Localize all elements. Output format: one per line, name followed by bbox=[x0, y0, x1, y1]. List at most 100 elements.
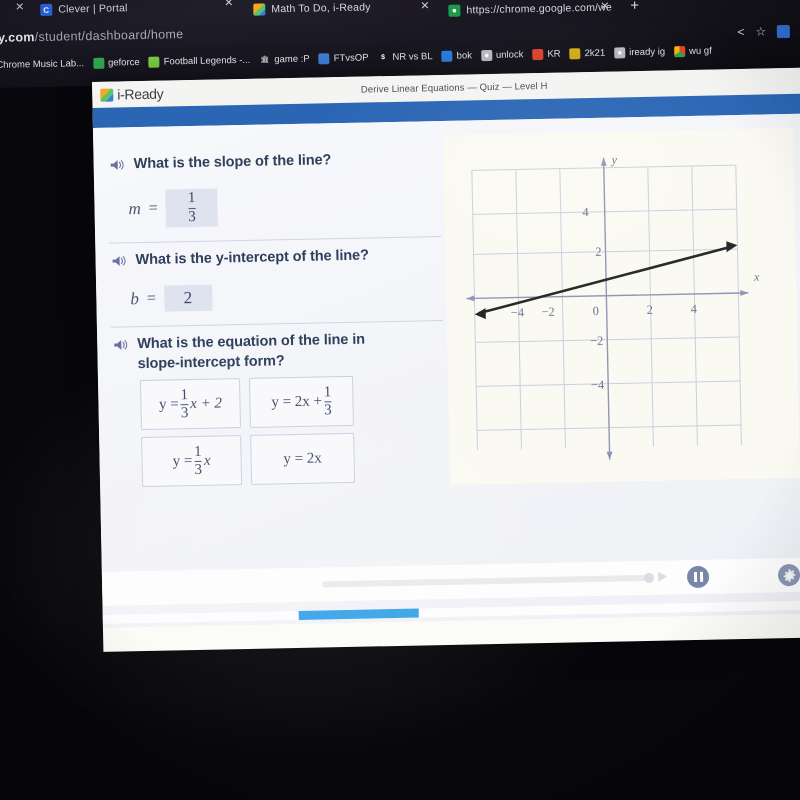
tab-close-icon-0[interactable]: ✕ bbox=[15, 1, 24, 13]
chrome-icon bbox=[673, 45, 686, 57]
youtube-icon bbox=[532, 48, 544, 60]
graph-panel: x y −4 −2 0 2 4 4 2 −2 −4 bbox=[443, 127, 800, 485]
unlock-icon bbox=[480, 49, 493, 61]
bookmark-label: KR bbox=[547, 48, 561, 60]
speaker-icon[interactable] bbox=[111, 254, 126, 272]
bookmark-game[interactable]: 🏛 game :P bbox=[259, 53, 310, 65]
y-tick--4: −4 bbox=[591, 378, 605, 392]
questions-column: What is the slope of the line? m = 1 3 W… bbox=[93, 141, 460, 498]
clever-icon: C bbox=[40, 3, 53, 16]
x-tick--4: −4 bbox=[511, 305, 525, 319]
bookmark-label: geforce bbox=[107, 56, 140, 69]
choice-c-lhs: y = bbox=[172, 452, 193, 470]
audio-progress-slider[interactable] bbox=[322, 572, 655, 588]
url-domain: ady.com bbox=[0, 30, 35, 46]
bookmark-label: bok bbox=[456, 49, 473, 62]
y-tick-4: 4 bbox=[582, 205, 589, 219]
intercept-answer-input[interactable]: 2 bbox=[163, 284, 213, 312]
bookmark-wu-gf[interactable]: wu gf bbox=[673, 45, 712, 57]
choice-c-tail: x bbox=[203, 452, 211, 469]
slope-answer-input[interactable]: 1 3 bbox=[165, 188, 219, 228]
tab-close-icon-2[interactable]: ✕ bbox=[420, 0, 429, 12]
monitor-photo: ✕ C Clever | Portal ✕ Math To Do, i-Read… bbox=[0, 0, 800, 800]
ftvsop-icon bbox=[318, 52, 330, 64]
choice-a[interactable]: y = 1 3 x + 2 bbox=[139, 378, 241, 431]
tab-close-icon-1[interactable]: ✕ bbox=[224, 0, 233, 9]
y-tick-2: 2 bbox=[595, 245, 602, 259]
slope-variable: m bbox=[128, 199, 142, 219]
question-text: What is the slope of the line? bbox=[133, 152, 332, 173]
intercept-variable: b bbox=[130, 289, 140, 309]
bookmark-label: 2k21 bbox=[584, 47, 606, 59]
bank-icon: 🏛 bbox=[260, 56, 270, 64]
extension-icon[interactable] bbox=[777, 24, 791, 38]
bookmark-label: Football Legends -... bbox=[163, 54, 251, 68]
iready-ig-icon bbox=[614, 46, 626, 58]
speaker-icon[interactable] bbox=[113, 338, 128, 356]
doc-icon bbox=[441, 50, 453, 62]
browser-toolbar-right: < ☆ k bbox=[737, 24, 800, 39]
choice-b-lhs: y = 2x + bbox=[271, 393, 323, 411]
chrome-webstore-icon bbox=[448, 4, 461, 17]
x-tick--2: −2 bbox=[541, 305, 555, 319]
question-text: What is the equation of the line in slop… bbox=[137, 331, 365, 375]
browser-tab-0[interactable]: C Clever | Portal bbox=[40, 0, 128, 23]
settings-gear-button[interactable] bbox=[777, 563, 800, 587]
bookmark-geforce[interactable]: geforce bbox=[92, 56, 140, 69]
intercept-answer-row: b = 2 bbox=[130, 280, 440, 312]
media-toolbar bbox=[101, 557, 800, 606]
url-path: /student/dashboard/home bbox=[34, 27, 184, 45]
question-text-line2: slope-intercept form? bbox=[137, 352, 285, 372]
football-icon bbox=[148, 56, 160, 68]
question-equation: What is the equation of the line in slop… bbox=[97, 321, 460, 498]
lesson-progress-bar bbox=[102, 600, 800, 624]
progress-fill bbox=[298, 608, 419, 620]
pause-button[interactable] bbox=[686, 565, 710, 589]
share-icon[interactable]: < bbox=[737, 25, 744, 39]
bookmark-label: wu gf bbox=[688, 45, 712, 57]
bookmark-bok[interactable]: bok bbox=[441, 50, 472, 62]
slope-numerator: 1 bbox=[187, 189, 196, 207]
bookmark-chrome-music-lab[interactable]: Chrome Music Lab... bbox=[0, 58, 84, 71]
tab-title-1: Math To Do, i-Ready bbox=[271, 1, 371, 16]
choice-d-lhs: y = 2x bbox=[283, 450, 322, 467]
bookmark-2k21[interactable]: 2k21 bbox=[569, 47, 605, 59]
x-tick-4: 4 bbox=[691, 302, 698, 316]
line-arrow-left bbox=[474, 308, 486, 320]
nrvsbl-icon: $ bbox=[380, 53, 386, 61]
x-axis-label: x bbox=[753, 270, 760, 284]
star-bookmark-icon[interactable]: ☆ bbox=[755, 24, 766, 38]
bookmark-label: FTvsOP bbox=[333, 51, 369, 64]
x-tick-2: 2 bbox=[647, 303, 654, 317]
equals-sign: = bbox=[148, 199, 159, 217]
bookmark-kr[interactable]: KR bbox=[532, 48, 561, 60]
tab-close-icon-3[interactable]: ✕ bbox=[600, 1, 609, 13]
slope-denominator: 3 bbox=[188, 208, 196, 226]
bookmark-iready-ig[interactable]: iready ig bbox=[614, 46, 665, 58]
bookmark-football-legends[interactable]: Football Legends -... bbox=[148, 54, 251, 68]
speaker-icon[interactable] bbox=[110, 158, 125, 176]
question-text: What is the y-intercept of the line? bbox=[135, 247, 369, 269]
bookmark-label: iready ig bbox=[629, 45, 666, 58]
question-slope: What is the slope of the line? m = 1 3 bbox=[93, 141, 455, 239]
y-tick--2: −2 bbox=[590, 334, 604, 348]
choice-b-num: 1 bbox=[323, 383, 332, 401]
bookmark-unlock[interactable]: unlock bbox=[480, 49, 523, 61]
choice-a-den: 3 bbox=[180, 404, 189, 421]
geforce-icon bbox=[92, 57, 105, 69]
slider-knob[interactable] bbox=[643, 572, 655, 584]
play-icon[interactable] bbox=[657, 571, 668, 582]
bookmark-label: Chrome Music Lab... bbox=[0, 57, 85, 71]
choice-a-lhs: y = bbox=[158, 395, 179, 413]
iready-cube-icon bbox=[253, 3, 266, 16]
bookmark-ftvsop[interactable]: FTvsOP bbox=[318, 51, 369, 64]
choice-c-den: 3 bbox=[194, 461, 203, 478]
choice-c[interactable]: y = 1 3 x bbox=[141, 435, 243, 488]
bookmark-label: NR vs BL bbox=[392, 50, 433, 63]
choice-b[interactable]: y = 2x + 1 3 bbox=[248, 375, 354, 429]
question-text-line1: What is the equation of the line in bbox=[137, 331, 366, 353]
choice-d[interactable]: y = 2x bbox=[250, 432, 356, 486]
equals-sign: = bbox=[146, 289, 157, 307]
gear-icon bbox=[783, 568, 795, 582]
bookmark-nr-vs-bl[interactable]: $ NR vs BL bbox=[377, 50, 433, 63]
